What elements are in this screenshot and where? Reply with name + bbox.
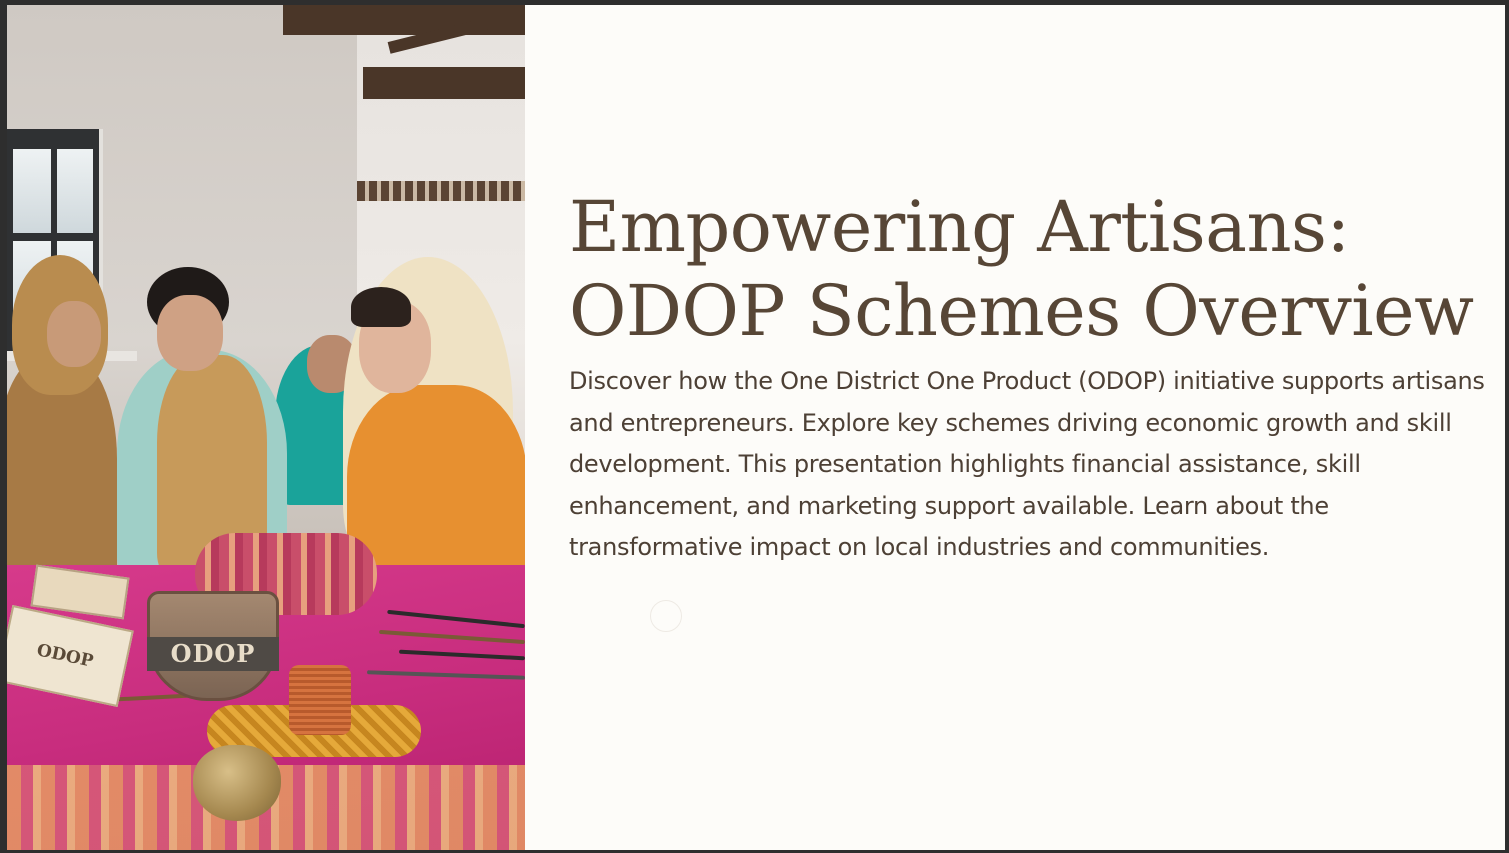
photo-wall-frieze	[357, 181, 525, 201]
artisan-middle-face	[157, 295, 223, 371]
photo-bowl-label: ODOP	[147, 637, 279, 671]
artisan-right-hair	[351, 287, 411, 327]
artisans-photo: ODOP ODOP	[7, 5, 525, 850]
pointer-indicator	[650, 600, 682, 632]
slide-title-line-1: Empowering Artisans:	[569, 186, 1350, 268]
presentation-frame: ODOP ODOP Empowering Artisans: ODOP Sche…	[0, 0, 1509, 853]
slide-title-line-2: ODOP Schemes Overview	[569, 270, 1474, 352]
artisan-left-face	[47, 301, 101, 367]
slide-body-text[interactable]: Discover how the One District One Produc…	[569, 361, 1493, 569]
slide[interactable]: ODOP ODOP Empowering Artisans: ODOP Sche…	[7, 5, 1505, 850]
photo-roof-beam	[363, 67, 525, 99]
photo-brass-pot	[193, 745, 281, 821]
slide-title[interactable]: Empowering Artisans: ODOP Schemes Overvi…	[569, 185, 1493, 353]
photo-thread-spool	[289, 665, 351, 735]
slide-content: Empowering Artisans: ODOP Schemes Overvi…	[569, 185, 1493, 569]
